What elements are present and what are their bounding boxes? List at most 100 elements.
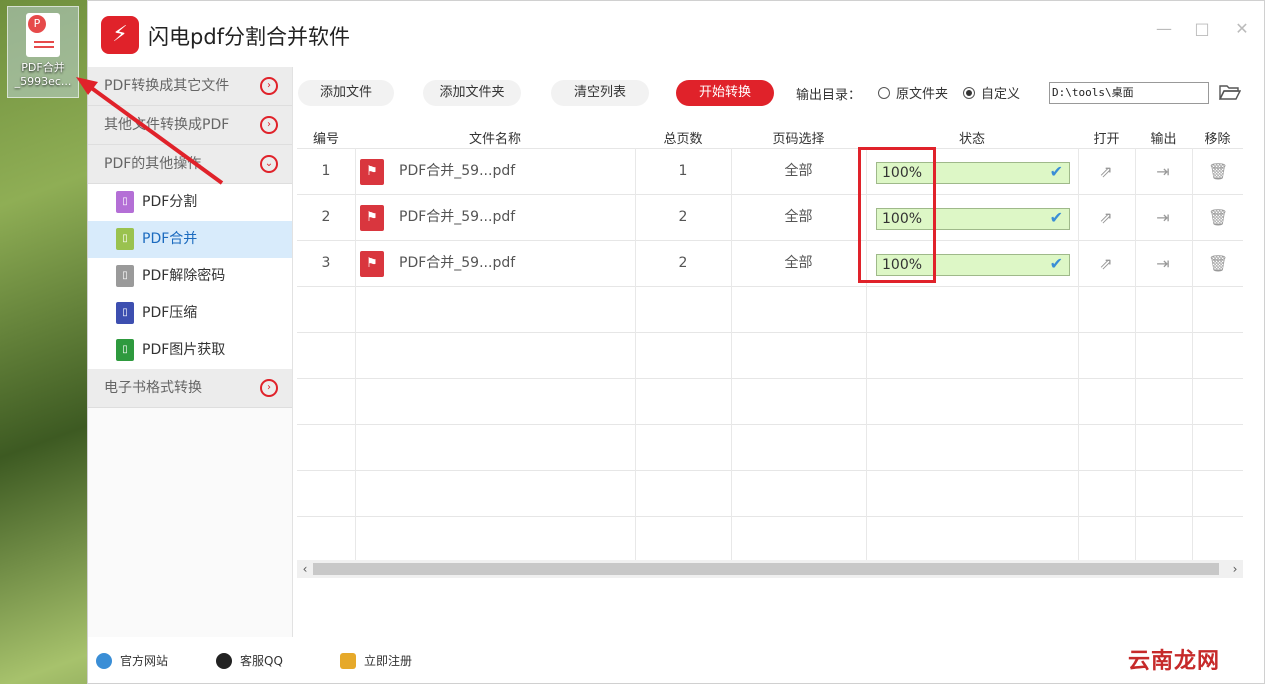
split-icon: ▯ — [116, 191, 134, 213]
cell-num: 2 — [321, 209, 331, 225]
status-progress-bar: 100% ✔ — [876, 254, 1070, 276]
folder-open-icon[interactable] — [1219, 83, 1241, 101]
main-panel: 添加文件 添加文件夹 清空列表 开始转换 输出目录： 原文件夹 自定义 D:\t… — [293, 67, 1264, 637]
app-window: ⚡ 闪电pdf分割合并软件 — □ ✕ PDF转换成其它文件 › 其他文件转换成… — [87, 0, 1265, 684]
compress-icon: ▯ — [116, 302, 134, 324]
category-label: PDF转换成其它文件 — [104, 78, 230, 94]
add-folder-button[interactable]: 添加文件夹 — [423, 80, 521, 106]
horizontal-scrollbar[interactable]: ‹ › — [297, 560, 1243, 578]
category-label: 其他文件转换成PDF — [104, 117, 230, 133]
cell-page-range[interactable]: 全部 — [731, 241, 866, 286]
desktop-pdf-file-icon[interactable]: P PDF合并 _5993ec... — [7, 6, 79, 98]
status-progress-bar: 100% ✔ — [876, 208, 1070, 230]
sidebar-item-label: PDF压缩 — [142, 305, 198, 321]
close-button[interactable]: ✕ — [1232, 19, 1252, 39]
pdf-icon: ⚑ — [360, 159, 384, 185]
start-convert-button[interactable]: 开始转换 — [676, 80, 774, 106]
radio-label: 自定义 — [981, 87, 1021, 102]
footer-link-label: 官方网站 — [120, 654, 169, 668]
empty-rows — [297, 287, 1243, 563]
radio-custom-folder[interactable]: 自定义 — [963, 83, 1020, 102]
title-bar: ⚡ 闪电pdf分割合并软件 — □ ✕ — [88, 1, 1264, 67]
trash-icon[interactable]: 🗑 — [1208, 163, 1228, 181]
trash-icon[interactable]: 🗑 — [1208, 255, 1228, 273]
maximize-button[interactable]: □ — [1192, 19, 1212, 39]
radio-label: 原文件夹 — [896, 87, 949, 102]
output-path-input[interactable]: D:\tools\桌面 — [1049, 82, 1209, 104]
cell-page-range[interactable]: 全部 — [731, 195, 866, 240]
app-logo-icon: ⚡ — [101, 16, 139, 54]
sidebar-item-label: PDF解除密码 — [142, 268, 226, 284]
col-name: 文件名称 — [468, 132, 521, 147]
empty-row — [297, 471, 1243, 517]
radio-icon — [878, 87, 890, 99]
category-label: 电子书格式转换 — [104, 380, 202, 396]
sidebar-item-label: PDF图片获取 — [142, 342, 226, 358]
sidebar-item-pdf-image-extract[interactable]: ▯ PDF图片获取 — [88, 332, 292, 369]
progress-percent: 100% — [882, 211, 923, 227]
pdf-file-icon: P — [26, 13, 60, 57]
chevron-down-icon: ⌄ — [260, 155, 278, 173]
pdf-badge-icon: P — [28, 15, 46, 33]
footer-link-label: 客服QQ — [240, 654, 283, 668]
file-table: 编号 文件名称 总页数 页码选择 状态 打开 输出 移除 1 ⚑ PDF合并_5… — [297, 123, 1243, 563]
sidebar-item-pdf-merge[interactable]: ▯ PDF合并 — [88, 221, 292, 258]
minimize-button[interactable]: — — [1154, 19, 1174, 39]
open-external-icon[interactable]: ⇗ — [1097, 255, 1115, 273]
cell-file-name: PDF合并_59...pdf — [399, 255, 516, 271]
official-website-link[interactable]: 官方网站 — [96, 652, 168, 669]
scroll-right-icon[interactable]: › — [1227, 560, 1243, 578]
empty-row — [297, 425, 1243, 471]
radio-original-folder[interactable]: 原文件夹 — [878, 83, 948, 102]
sidebar-category-pdf-other-ops[interactable]: PDF的其他操作 ⌄ — [88, 145, 292, 184]
output-icon[interactable]: ⇥ — [1154, 255, 1172, 273]
image-icon: ▯ — [116, 339, 134, 361]
output-dir-label: 输出目录： — [796, 88, 862, 103]
status-progress-bar: 100% ✔ — [876, 162, 1070, 184]
open-external-icon[interactable]: ⇗ — [1097, 163, 1115, 181]
chevron-right-icon: › — [260, 116, 278, 134]
col-num: 编号 — [312, 132, 339, 147]
register-link[interactable]: 立即注册 — [340, 652, 412, 669]
cell-num: 3 — [321, 255, 331, 271]
desktop-icon-label: PDF合并 _5993ec... — [8, 61, 78, 89]
customer-qq-link[interactable]: 客服QQ — [216, 652, 283, 669]
output-icon[interactable]: ⇥ — [1154, 163, 1172, 181]
sidebar-item-pdf-compress[interactable]: ▯ PDF压缩 — [88, 295, 292, 332]
footer: 官方网站 客服QQ 立即注册 云南龙网 — [88, 637, 1264, 683]
cell-page-range[interactable]: 全部 — [731, 149, 866, 194]
footer-link-label: 立即注册 — [364, 654, 413, 668]
desktop-icon-label-line1: PDF合并 — [21, 61, 65, 74]
chevron-right-icon: › — [260, 77, 278, 95]
clear-list-button[interactable]: 清空列表 — [551, 80, 649, 106]
empty-row — [297, 517, 1243, 563]
sidebar-category-other-to-pdf[interactable]: 其他文件转换成PDF › — [88, 106, 292, 145]
app-title: 闪电pdf分割合并软件 — [148, 25, 351, 49]
cell-file-name: PDF合并_59...pdf — [399, 209, 516, 225]
sidebar: PDF转换成其它文件 › 其他文件转换成PDF › PDF的其他操作 ⌄ ▯ P… — [88, 67, 293, 637]
scroll-left-icon[interactable]: ‹ — [297, 560, 313, 578]
merge-icon: ▯ — [116, 228, 134, 250]
trash-icon[interactable]: 🗑 — [1208, 209, 1228, 227]
sidebar-category-ebook[interactable]: 电子书格式转换 › — [88, 369, 292, 408]
watermark-text: 云南龙网 — [1128, 649, 1221, 674]
sidebar-item-pdf-split[interactable]: ▯ PDF分割 — [88, 184, 292, 221]
sidebar-item-pdf-unlock[interactable]: ▯ PDF解除密码 — [88, 258, 292, 295]
check-icon: ✔ — [1049, 208, 1063, 227]
empty-row — [297, 379, 1243, 425]
check-icon: ✔ — [1049, 254, 1063, 273]
chevron-right-icon: › — [260, 379, 278, 397]
radio-checked-icon — [963, 87, 975, 99]
table-row[interactable]: 2 ⚑ PDF合并_59...pdf 2 全部 100% ✔ ⇗ ⇥ 🗑 — [297, 195, 1243, 241]
cell-pages: 2 — [678, 255, 688, 271]
sidebar-category-pdf-to-other[interactable]: PDF转换成其它文件 › — [88, 67, 292, 106]
open-external-icon[interactable]: ⇗ — [1097, 209, 1115, 227]
col-status: 状态 — [958, 132, 985, 147]
scrollbar-thumb[interactable] — [313, 563, 1219, 575]
table-row[interactable]: 3 ⚑ PDF合并_59...pdf 2 全部 100% ✔ ⇗ ⇥ 🗑 — [297, 241, 1243, 287]
table-row[interactable]: 1 ⚑ PDF合并_59...pdf 1 全部 100% ✔ ⇗ ⇥ 🗑 — [297, 149, 1243, 195]
category-label: PDF的其他操作 — [104, 156, 202, 172]
lock-icon: ▯ — [116, 265, 134, 287]
output-icon[interactable]: ⇥ — [1154, 209, 1172, 227]
add-file-button[interactable]: 添加文件 — [298, 80, 394, 106]
